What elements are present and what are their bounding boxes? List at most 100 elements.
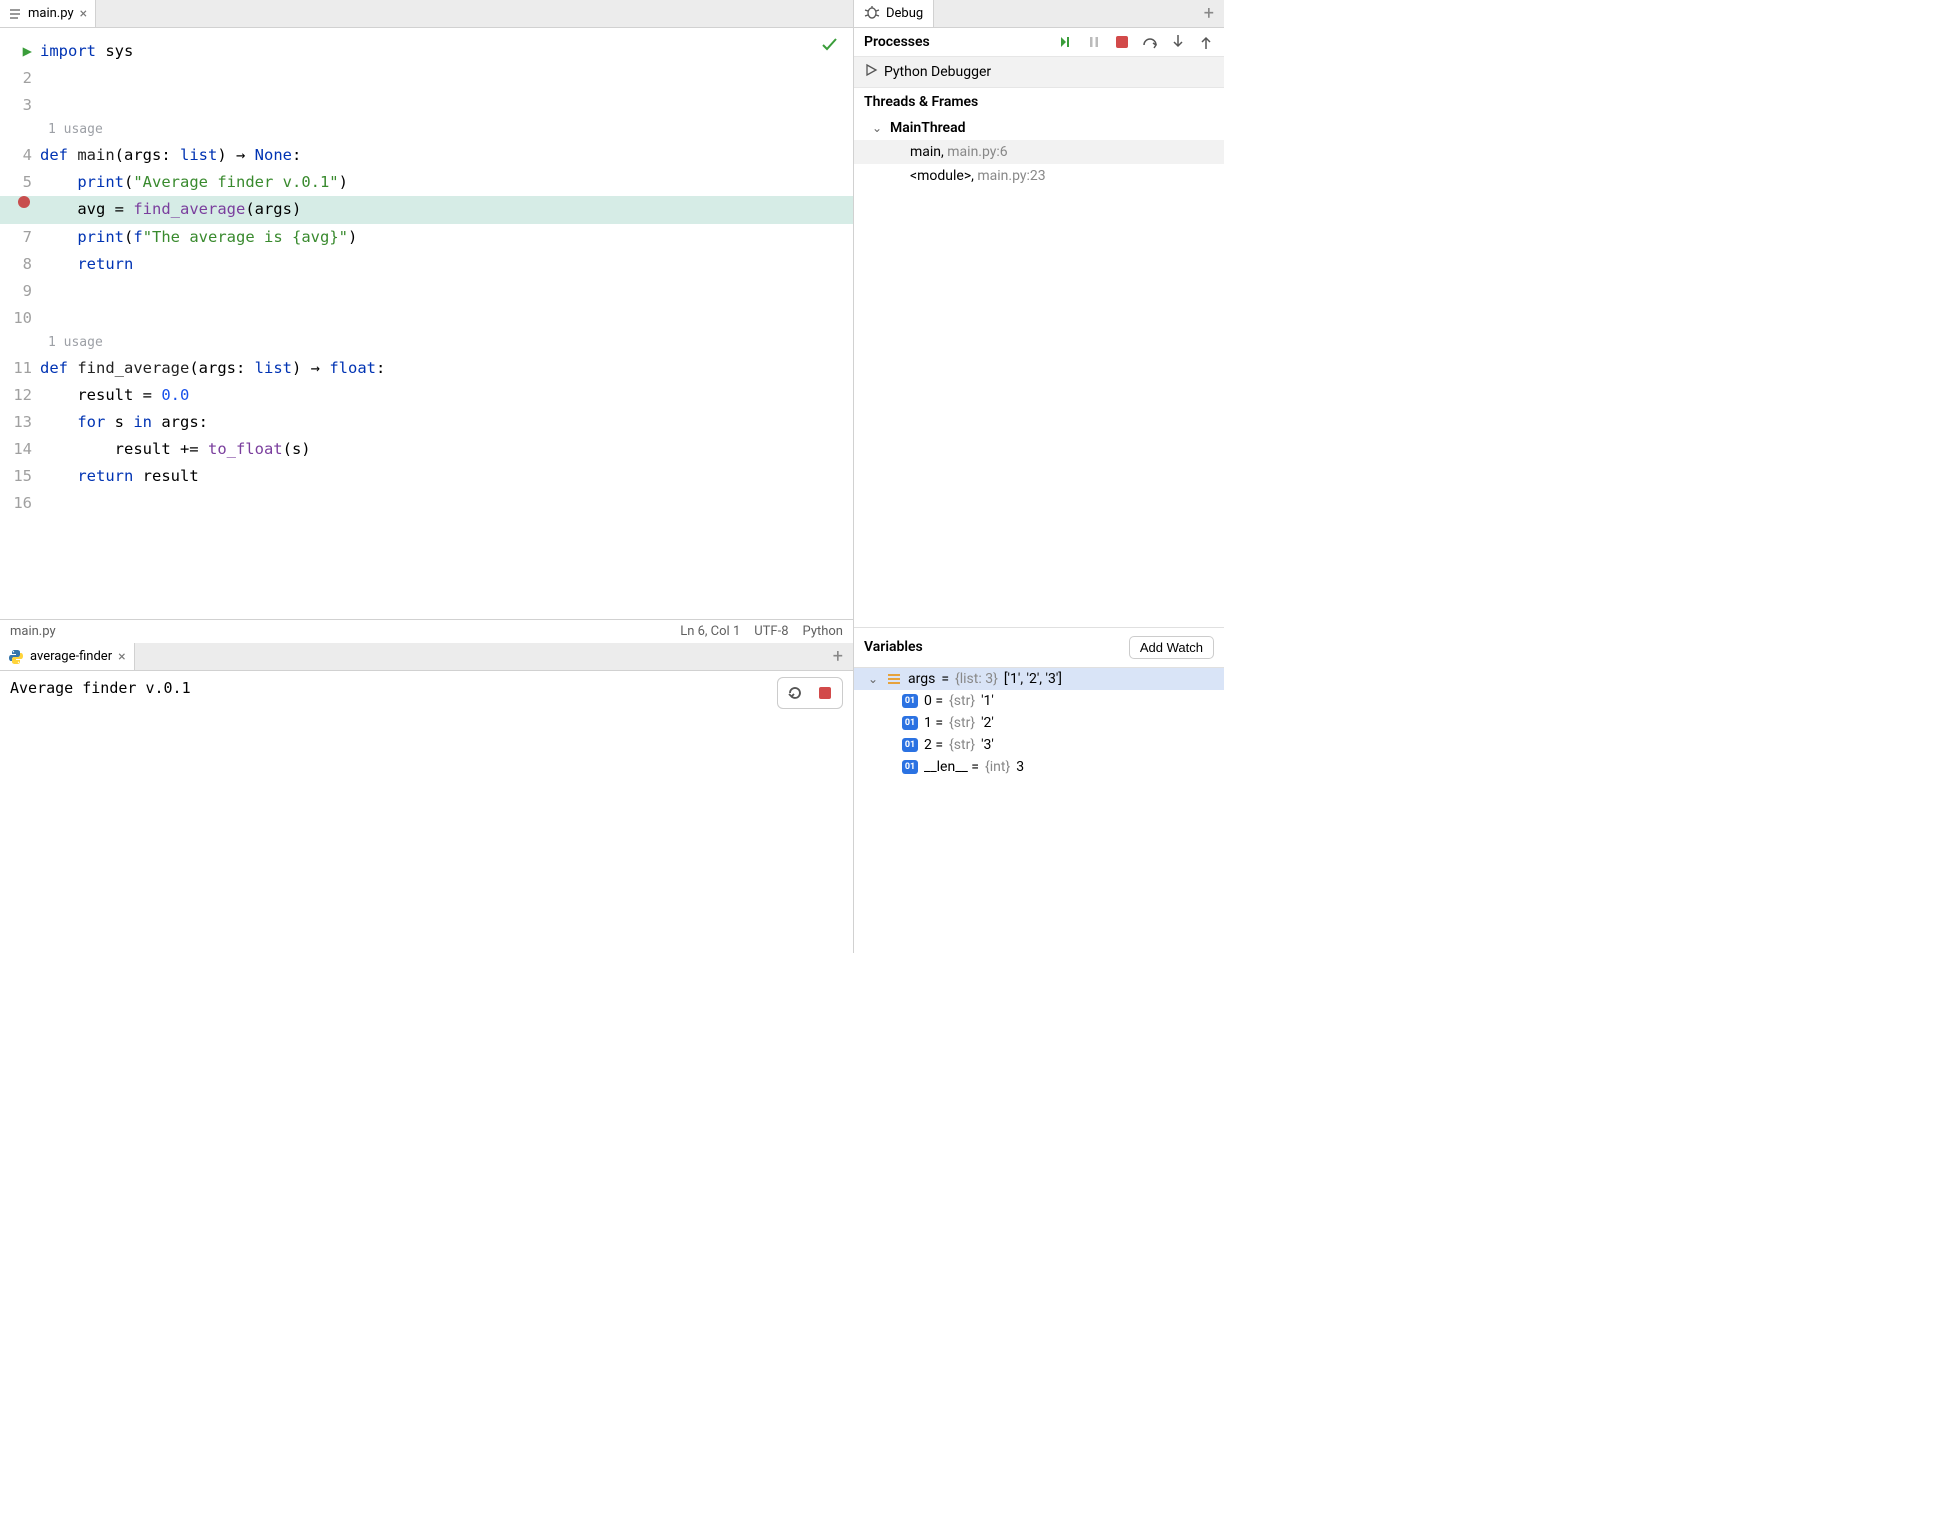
code-token: None xyxy=(255,146,292,164)
line-number: 3 xyxy=(0,92,40,119)
code-token: import xyxy=(40,42,96,60)
line-number: 16 xyxy=(0,490,40,517)
run-tab-bar: average-finder × + xyxy=(0,643,853,671)
checkmark-icon[interactable] xyxy=(819,34,839,58)
code-token: s xyxy=(105,413,133,431)
var-row-args[interactable]: ⌄ args = {list: 3} ['1', '2', '3'] xyxy=(854,668,1224,690)
status-filename: main.py xyxy=(10,624,666,639)
python-icon xyxy=(8,649,24,665)
var-name: 0 = xyxy=(924,693,943,709)
chevron-down-icon[interactable]: ⌄ xyxy=(872,121,886,135)
stop-icon[interactable] xyxy=(814,682,836,704)
code-token: ( xyxy=(124,228,133,246)
thread-name: MainThread xyxy=(890,120,966,136)
var-value: ['1', '2', '3'] xyxy=(1004,671,1062,687)
editor-tab-main-py[interactable]: main.py × xyxy=(0,0,96,27)
status-position[interactable]: Ln 6, Col 1 xyxy=(680,624,740,639)
var-name: __len__ = xyxy=(924,759,979,775)
process-row[interactable]: Python Debugger xyxy=(854,57,1224,88)
threads-title: Threads & Frames xyxy=(854,88,1224,116)
code-editor[interactable]: ▶ import sys 2 3 1 usage 4 def main(args… xyxy=(0,28,853,619)
add-watch-button[interactable]: Add Watch xyxy=(1129,636,1214,659)
list-icon xyxy=(886,672,902,686)
code-token: in xyxy=(133,413,152,431)
code-token: print xyxy=(77,228,124,246)
code-token: def xyxy=(40,359,68,377)
code-token: result += xyxy=(115,440,208,458)
debug-icon xyxy=(864,4,880,24)
run-gutter-icon[interactable]: ▶ xyxy=(0,38,40,65)
line-number: 13 xyxy=(0,409,40,436)
var-row[interactable]: 01 1 = {str} '2' xyxy=(854,712,1224,734)
var-value: '1' xyxy=(981,693,994,709)
code-token: ) xyxy=(292,359,311,377)
code-token: ( xyxy=(124,173,133,191)
code-token: for xyxy=(77,413,105,431)
code-token: avg = xyxy=(77,200,133,218)
code-token: → xyxy=(236,146,255,164)
var-name: args xyxy=(908,671,935,687)
editor-tab-label: main.py xyxy=(28,6,74,21)
code-token: ) xyxy=(217,146,236,164)
status-bar: main.py Ln 6, Col 1 UTF-8 Python xyxy=(0,619,853,643)
step-over-icon[interactable] xyxy=(1142,34,1158,50)
step-into-icon[interactable] xyxy=(1170,34,1186,50)
rerun-icon[interactable] xyxy=(784,682,806,704)
var-eq: = xyxy=(941,671,949,687)
code-token: (args) xyxy=(245,200,301,218)
frame-label: <module>, xyxy=(910,168,977,184)
code-token: return xyxy=(77,255,133,273)
code-token: list xyxy=(255,359,292,377)
code-token: → xyxy=(311,359,330,377)
code-token: : xyxy=(292,146,301,164)
line-number: 8 xyxy=(0,251,40,278)
line-number: 15 xyxy=(0,463,40,490)
close-run-tab-icon[interactable]: × xyxy=(118,649,125,665)
breakpoint-gutter[interactable] xyxy=(0,196,40,208)
code-token: result = xyxy=(77,386,161,404)
step-out-icon[interactable] xyxy=(1198,34,1214,50)
code-token: main xyxy=(68,146,115,164)
process-name: Python Debugger xyxy=(884,64,991,80)
add-run-tab-icon[interactable]: + xyxy=(823,643,853,670)
code-token: float xyxy=(329,359,376,377)
console-output[interactable]: Average finder v.0.1 xyxy=(0,671,853,953)
chevron-down-icon[interactable]: ⌄ xyxy=(868,672,880,686)
status-encoding[interactable]: UTF-8 xyxy=(754,624,788,639)
code-token: (s) xyxy=(283,440,311,458)
run-tab-average-finder[interactable]: average-finder × xyxy=(0,643,135,670)
var-type: {list: 3} xyxy=(955,671,998,687)
add-debug-tab-icon[interactable]: + xyxy=(1194,0,1224,27)
thread-row[interactable]: ⌄ MainThread xyxy=(854,116,1224,140)
code-token: result xyxy=(133,467,198,485)
code-token: 0.0 xyxy=(161,386,189,404)
frame-row[interactable]: <module>, main.py:23 xyxy=(854,164,1224,188)
int-icon: 01 xyxy=(902,760,918,774)
code-token: def xyxy=(40,146,68,164)
stop-debug-icon[interactable] xyxy=(1114,34,1130,50)
var-row[interactable]: 01 2 = {str} '3' xyxy=(854,734,1224,756)
frame-row-selected[interactable]: main, main.py:6 xyxy=(854,140,1224,164)
debug-tab[interactable]: Debug xyxy=(854,0,934,27)
pause-icon[interactable] xyxy=(1086,34,1102,50)
line-number: 5 xyxy=(0,169,40,196)
code-token: list xyxy=(180,146,217,164)
code-token: (args: xyxy=(115,146,180,164)
var-type: {str} xyxy=(949,715,975,731)
var-row[interactable]: 01 0 = {str} '1' xyxy=(854,690,1224,712)
line-number: 9 xyxy=(0,278,40,305)
usage-hint[interactable]: 1 usage xyxy=(0,119,853,142)
code-token: find_average xyxy=(68,359,189,377)
str-icon: 01 xyxy=(902,738,918,752)
console-line: Average finder v.0.1 xyxy=(10,679,191,697)
code-token: args: xyxy=(152,413,208,431)
status-language[interactable]: Python xyxy=(803,624,843,639)
var-type: {str} xyxy=(949,693,975,709)
var-row[interactable]: 01 __len__ = {int} 3 xyxy=(854,756,1224,778)
resume-icon[interactable] xyxy=(1058,34,1074,50)
usage-hint[interactable]: 1 usage xyxy=(0,332,853,355)
close-tab-icon[interactable]: × xyxy=(80,6,87,22)
var-type: {str} xyxy=(949,737,975,753)
debug-tab-label: Debug xyxy=(886,6,923,21)
code-token: "Average finder v.0.1" xyxy=(133,173,338,191)
